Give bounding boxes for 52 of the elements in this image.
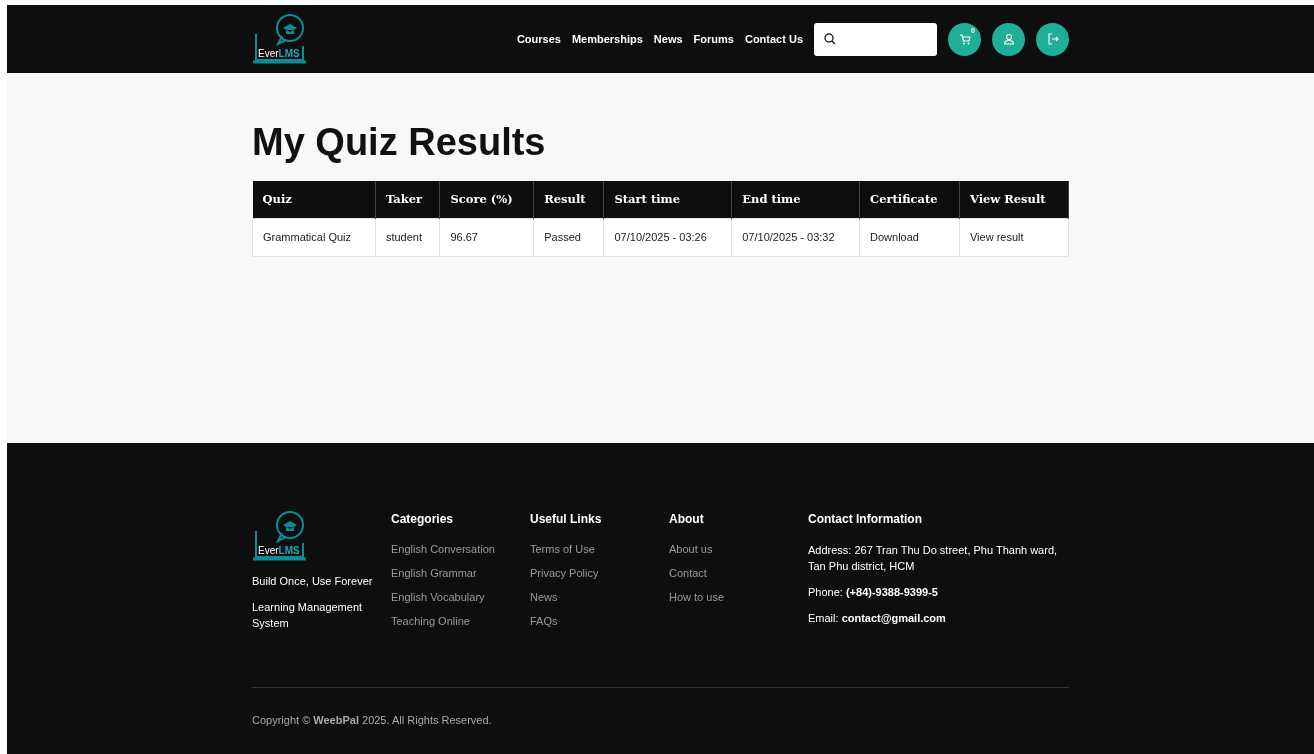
table-cell: Download	[859, 218, 960, 256]
logout-icon	[1046, 33, 1059, 45]
footer-heading: Contact Information	[808, 512, 923, 526]
column-header: Score (%)	[439, 181, 534, 218]
footer-link[interactable]: Privacy Policy	[530, 566, 669, 580]
table-cell: Grammatical Quiz	[252, 218, 376, 256]
column-header: End time	[731, 181, 860, 218]
nav-link[interactable]: Memberships	[571, 33, 643, 45]
table-cell: 96.67	[439, 218, 534, 256]
logo[interactable]: EverLMS	[252, 12, 307, 66]
table-cell: 07/10/2025 - 03:32	[731, 218, 860, 256]
footer-link[interactable]: English Grammar	[391, 566, 530, 580]
nav-link[interactable]: News	[653, 33, 683, 45]
search-field[interactable]	[814, 22, 937, 56]
contact-line: Phone: (+84)-9388-9399-5	[808, 585, 939, 600]
table-cell: View result	[959, 218, 1069, 256]
footer-link[interactable]: Contact	[669, 566, 808, 580]
column-header: Taker	[375, 181, 440, 218]
footer-heading: Categories	[391, 512, 455, 526]
copyright: Copyright © WeebPal 2025. All Rights Reserved.	[252, 714, 493, 726]
table-cell: student	[375, 218, 440, 256]
contact-line: Address: 267 Tran Thu Do street, Phu Thanh ward, Tan Phu district, HCM	[808, 543, 1059, 574]
column-header: Quiz	[252, 181, 376, 218]
page-title: My Quiz Results	[252, 121, 547, 164]
tagline: Build Once, Use Forever	[252, 574, 374, 589]
cart-icon	[958, 33, 971, 45]
footer-link[interactable]: How to use	[669, 590, 808, 604]
column-header: Start time	[604, 181, 732, 218]
table-cell: Passed	[533, 218, 604, 256]
footer-link[interactable]: English Conversation	[391, 542, 530, 556]
footer-link[interactable]: About us	[669, 542, 808, 556]
contact-line: Email: contact@gmail.com	[808, 611, 947, 626]
nav-link[interactable]: Contact Us	[744, 33, 803, 45]
column-header: Result	[533, 181, 604, 218]
tagline: Learning Management System	[252, 600, 364, 631]
footer-link[interactable]: FAQs	[530, 614, 669, 628]
column-header: View Result	[959, 181, 1069, 218]
account-button[interactable]	[992, 22, 1025, 56]
nav-link[interactable]: Forums	[693, 33, 734, 45]
footer-heading: Useful Links	[530, 512, 603, 526]
search-icon	[824, 33, 836, 45]
logout-button[interactable]	[1036, 22, 1069, 56]
column-header: Certificate	[859, 181, 960, 218]
footer-heading: About	[669, 512, 705, 526]
nav-link[interactable]: Courses	[516, 33, 561, 45]
footer-link[interactable]: News	[530, 590, 669, 604]
footer-link[interactable]: Terms of Use	[530, 542, 669, 556]
user-icon	[1002, 33, 1015, 45]
logo[interactable]: EverLMS	[252, 509, 307, 563]
footer-link[interactable]: Teaching Online	[391, 614, 530, 628]
footer-link[interactable]: English Vocabulary	[391, 590, 530, 604]
table-cell: 07/10/2025 - 03:26	[604, 218, 732, 256]
